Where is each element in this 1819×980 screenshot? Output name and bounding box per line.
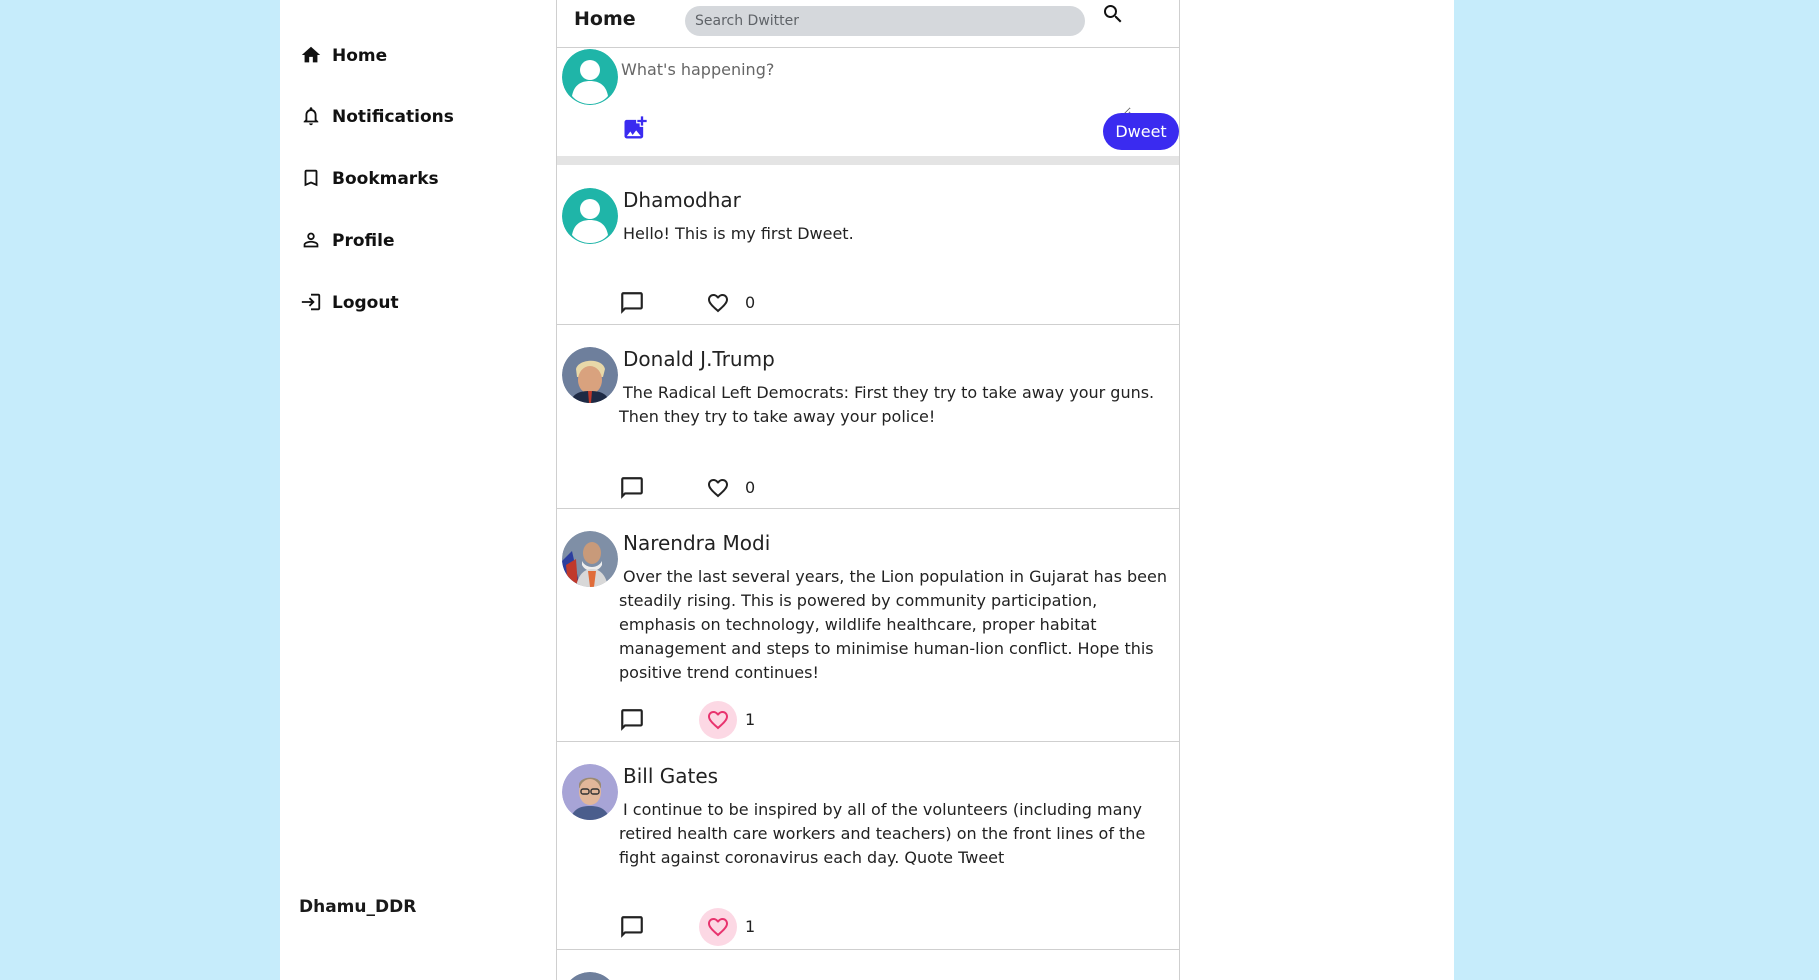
post-card: Bill Gates I continue to be inspired by … [557,742,1179,950]
bookmark-icon [300,167,322,189]
sidebar-item-label: Profile [332,231,395,251]
sidebar-item-label: Home [332,46,388,66]
dweet-button[interactable]: Dweet [1103,113,1179,150]
username-label[interactable]: Dhamu_DDR [299,897,416,917]
dweet-composer: Dweet [557,48,1179,156]
post-actions: 1 [619,701,819,739]
post-actions: 0 [619,284,819,320]
composer-divider [557,156,1179,165]
bell-icon [300,105,322,127]
post-actions: 0 [619,469,819,505]
heart-icon [708,479,728,498]
post-text: Over the last several years, the Lion po… [619,567,1167,682]
post-text: I continue to be inspired by all of the … [619,800,1146,867]
post-card: Donald J.Trump The Radical Left Democrat… [557,325,1179,509]
feed: Home Dweet Dhamodhar Hello! This is my f… [556,0,1180,980]
like-count: 1 [745,917,756,936]
sidebar-item-logout[interactable]: Logout [300,291,399,313]
post-author[interactable]: Bill Gates [623,764,718,788]
comment-icon[interactable] [619,914,645,940]
app-shell: Home Notifications Bookmarks Profile Log… [280,0,1454,980]
heart-icon [708,711,728,730]
add-photo-icon[interactable] [621,114,649,142]
sidebar-item-label: Notifications [332,107,454,127]
home-icon [300,44,322,66]
like-button[interactable] [699,908,737,946]
avatar [562,49,618,105]
heart-icon [708,294,728,313]
person-icon [300,229,322,251]
post-card [557,950,1179,980]
avatar [562,764,618,820]
sidebar-item-profile[interactable]: Profile [300,229,394,251]
like-button[interactable] [699,469,737,507]
like-count: 0 [745,293,756,312]
post-card: Dhamodhar Hello! This is my first Dweet.… [557,166,1179,325]
post-actions: 1 [619,908,819,946]
like-count: 0 [745,478,756,497]
comment-icon[interactable] [619,707,645,733]
post-author[interactable]: Narendra Modi [623,531,770,555]
comment-icon[interactable] [619,475,645,501]
post-author[interactable]: Donald J.Trump [623,347,775,371]
sidebar-item-home[interactable]: Home [300,44,387,66]
avatar [562,188,618,244]
sidebar-item-label: Logout [332,293,399,313]
sidebar: Home Notifications Bookmarks Profile Log… [280,0,556,980]
avatar [562,347,618,403]
like-button[interactable] [699,284,737,322]
sidebar-item-notifications[interactable]: Notifications [300,105,454,127]
like-count: 1 [745,710,756,729]
logout-icon [300,291,322,313]
page-title: Home [574,8,636,30]
sidebar-item-bookmarks[interactable]: Bookmarks [300,167,439,189]
feed-header: Home [557,0,1179,48]
search-input[interactable] [685,6,1085,36]
post-text: Hello! This is my first Dweet. [623,224,854,243]
avatar [562,972,618,980]
avatar [562,531,618,587]
post-author[interactable]: Dhamodhar [623,188,741,212]
like-button[interactable] [699,701,737,739]
heart-icon [708,918,728,937]
comment-icon[interactable] [619,290,645,316]
sidebar-item-label: Bookmarks [332,169,439,189]
search-icon[interactable] [1101,2,1125,26]
post-text: The Radical Left Democrats: First they t… [619,383,1155,426]
post-card: Narendra Modi Over the last several year… [557,509,1179,742]
dweet-textarea[interactable] [619,58,1131,116]
